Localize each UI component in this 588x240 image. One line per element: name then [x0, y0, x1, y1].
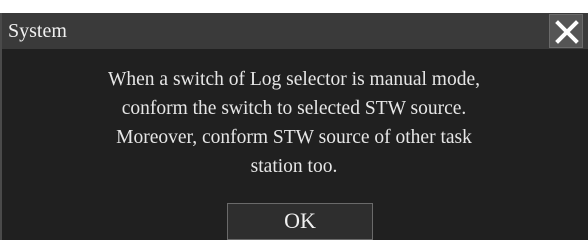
message-line: conform the switch to selected STW sourc… [121, 98, 467, 119]
top-background-strip [0, 0, 588, 13]
message-line: When a switch of Log selector is manual … [107, 69, 480, 90]
message-line: station too. [250, 156, 338, 177]
message-line: Moreover, conform STW source of other ta… [116, 127, 472, 148]
close-button[interactable] [549, 14, 583, 48]
dialog-title: System [8, 20, 67, 42]
close-icon [555, 20, 579, 44]
dialog-message: When a switch of Log selector is manual … [0, 65, 588, 181]
dialog-titlebar: System [0, 13, 588, 49]
ok-button[interactable]: OK [227, 203, 373, 240]
